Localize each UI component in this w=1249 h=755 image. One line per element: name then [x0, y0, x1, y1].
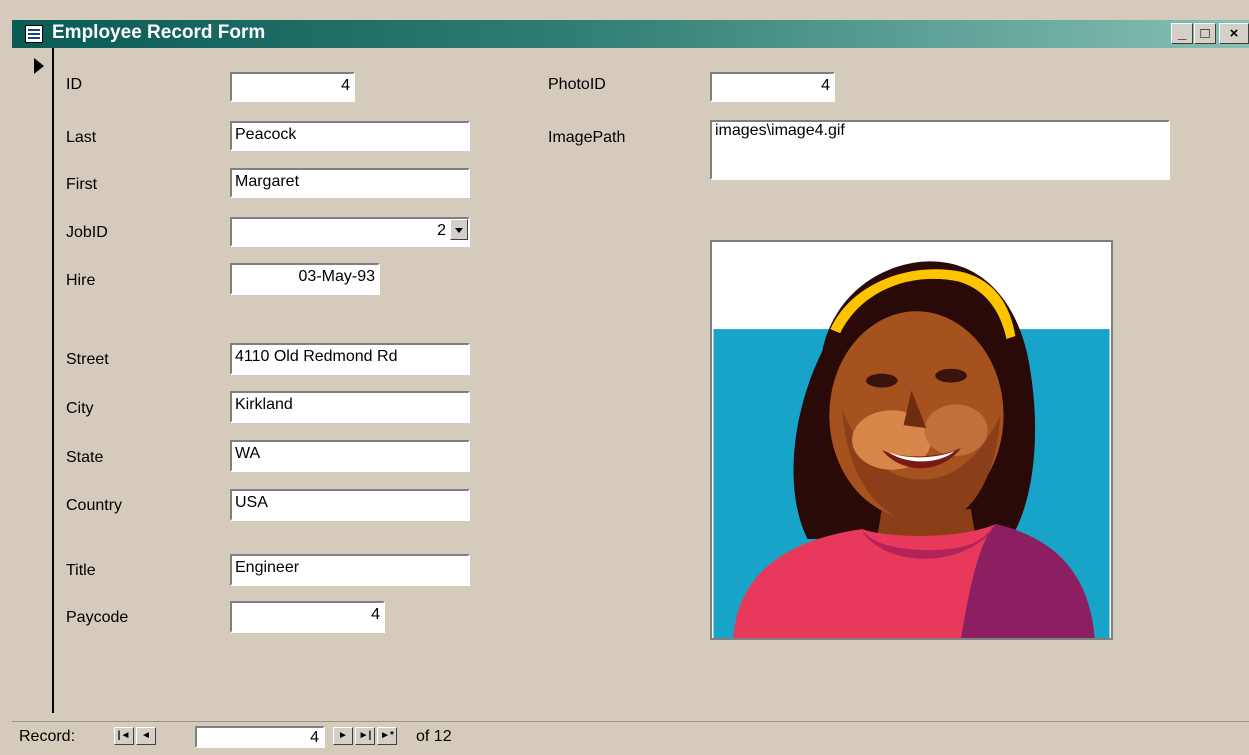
jobid-value: 2 — [437, 222, 446, 239]
id-field[interactable]: 4 — [230, 72, 355, 102]
record-count: of 12 — [416, 728, 452, 745]
last-field[interactable]: Peacock — [230, 121, 470, 151]
last-label: Last — [66, 129, 97, 146]
hire-label: Hire — [66, 272, 96, 289]
title-label: Title — [66, 562, 96, 579]
photoid-label: PhotoID — [548, 76, 606, 93]
title-field[interactable]: Engineer — [230, 554, 470, 586]
record-selector[interactable] — [12, 48, 54, 713]
close-button[interactable]: × — [1219, 23, 1249, 44]
city-label: City — [66, 400, 94, 417]
minimize-button[interactable]: _ — [1171, 23, 1193, 44]
window-titlebar[interactable]: Employee Record Form _ □ × — [12, 20, 1249, 48]
next-record-icon[interactable]: ► — [333, 727, 353, 745]
city-field[interactable]: Kirkland — [230, 391, 470, 423]
imagepath-field[interactable]: images\image4.gif — [710, 120, 1170, 180]
first-record-icon[interactable]: |◄ — [114, 727, 134, 745]
jobid-label: JobID — [66, 224, 108, 241]
state-field[interactable]: WA — [230, 440, 470, 472]
record-number-field[interactable]: 4 — [195, 726, 325, 748]
record-navigation-bar: Record: |◄ ◄ 4 ► ►| ►* of 12 — [12, 721, 1249, 755]
paycode-label: Paycode — [66, 609, 129, 626]
window-title: Employee Record Form — [52, 22, 266, 43]
jobid-combo[interactable]: 2 — [230, 217, 470, 247]
state-label: State — [66, 449, 104, 466]
country-field[interactable]: USA — [230, 489, 470, 521]
paycode-field[interactable]: 4 — [230, 601, 385, 633]
new-record-icon[interactable]: ►* — [377, 727, 397, 745]
photoid-field[interactable]: 4 — [710, 72, 835, 102]
first-field[interactable]: Margaret — [230, 168, 470, 198]
country-label: Country — [66, 497, 123, 514]
portrait-image — [713, 242, 1110, 638]
street-label: Street — [66, 351, 109, 368]
jobid-dropdown-button[interactable] — [450, 219, 468, 240]
current-record-icon — [34, 58, 44, 74]
id-label: ID — [66, 76, 82, 93]
record-label: Record: — [19, 728, 76, 745]
top-strip — [0, 0, 1249, 20]
last-record-icon[interactable]: ►| — [355, 727, 375, 745]
hire-field[interactable]: 03-May-93 — [230, 263, 380, 295]
maximize-button[interactable]: □ — [1194, 23, 1216, 44]
previous-record-icon[interactable]: ◄ — [136, 727, 156, 745]
employee-photo — [710, 240, 1113, 640]
first-label: First — [66, 176, 98, 193]
imagepath-label: ImagePath — [548, 129, 626, 146]
form-icon — [25, 25, 43, 43]
street-field[interactable]: 4110 Old Redmond Rd — [230, 343, 470, 375]
